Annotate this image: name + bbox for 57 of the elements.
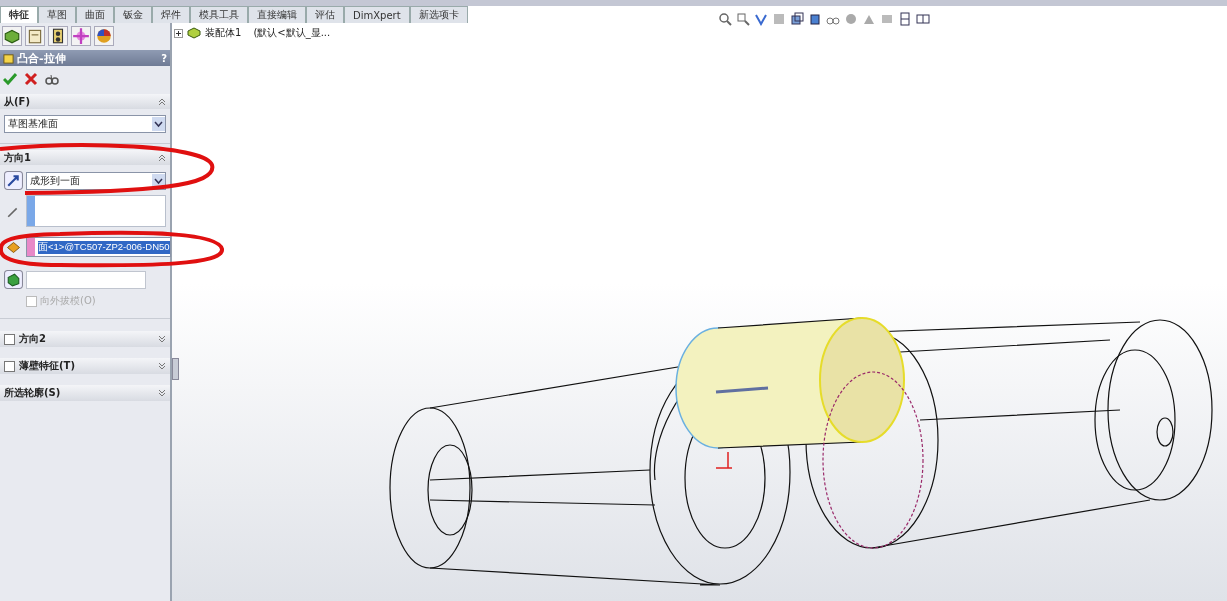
draft-toggle-icon[interactable] bbox=[4, 270, 23, 289]
zoom-fit-icon[interactable] bbox=[718, 12, 732, 26]
ribbon-tab[interactable]: 直接编辑 bbox=[248, 6, 306, 23]
draft-angle-field[interactable] bbox=[26, 270, 146, 289]
direction-list-box[interactable] bbox=[26, 195, 166, 227]
expand-chevron-icon[interactable] bbox=[158, 335, 166, 343]
panel-title: 凸合-拉伸 bbox=[17, 50, 67, 66]
section-header[interactable]: 所选轮廓(S) bbox=[0, 385, 170, 401]
ribbon-tab[interactable]: 钣金 bbox=[114, 6, 152, 23]
feature-tree-icon[interactable] bbox=[2, 26, 22, 46]
section-header[interactable]: 薄壁特征(T) bbox=[0, 358, 170, 374]
start-condition-dropdown[interactable]: 草图基准面 bbox=[4, 115, 166, 133]
collapse-chevron-icon[interactable] bbox=[158, 97, 166, 106]
split-horizontal-icon[interactable] bbox=[898, 12, 912, 26]
section-header[interactable]: 方向2 bbox=[0, 331, 170, 347]
ribbon-tab[interactable]: 新选项卡 bbox=[409, 6, 468, 23]
ok-check-icon[interactable] bbox=[3, 72, 17, 86]
panel-resize-handle[interactable] bbox=[172, 358, 179, 380]
glasses-icon[interactable] bbox=[45, 72, 59, 86]
view-orientation-icon[interactable] bbox=[790, 12, 804, 26]
cancel-x-icon[interactable] bbox=[24, 72, 38, 86]
face-select-icon bbox=[7, 241, 20, 253]
checkbox[interactable] bbox=[4, 333, 15, 345]
section-header[interactable]: 方向1 bbox=[0, 150, 170, 165]
display-style-icon[interactable] bbox=[808, 12, 822, 26]
section-title: 所选轮廓(S) bbox=[4, 386, 62, 400]
ribbon-tab[interactable]: 草图 bbox=[38, 6, 76, 23]
expand-chevron-icon[interactable] bbox=[158, 362, 166, 370]
face-selection-field[interactable]: 面<1>@TC507-ZP2-006-DN50 bbox=[26, 237, 171, 257]
section-title: 从(F) bbox=[4, 94, 31, 109]
zoom-area-icon[interactable] bbox=[736, 12, 750, 26]
configuration-icon[interactable] bbox=[48, 26, 68, 46]
extrude-icon bbox=[3, 52, 14, 64]
split-vertical-icon[interactable] bbox=[916, 12, 930, 26]
section-title: 方向1 bbox=[4, 150, 32, 165]
end-condition-dropdown[interactable]: 成形到一面 bbox=[26, 171, 166, 190]
crosshair-icon[interactable] bbox=[71, 26, 91, 46]
collapse-chevron-icon[interactable] bbox=[158, 153, 166, 162]
expand-icon[interactable] bbox=[174, 28, 183, 38]
section-header[interactable]: 从(F) bbox=[0, 94, 170, 109]
color-wheel-icon[interactable] bbox=[94, 26, 114, 46]
ribbon-tab[interactable]: DimXpert bbox=[344, 6, 410, 23]
ribbon-tab[interactable]: 评估 bbox=[306, 6, 344, 23]
ribbon-tab[interactable]: 特征 bbox=[0, 6, 38, 23]
ribbon-tab[interactable]: 焊件 bbox=[152, 6, 190, 23]
checkbox-label: 向外拔模(O) bbox=[40, 294, 96, 308]
section-title: 薄壁特征(T) bbox=[19, 359, 76, 373]
checkbox[interactable] bbox=[4, 360, 15, 372]
tree-item-label[interactable]: 装配体1 bbox=[205, 26, 242, 40]
ribbon-tab[interactable]: 模具工具 bbox=[190, 6, 248, 23]
expand-chevron-icon[interactable] bbox=[158, 389, 166, 397]
ribbon-tab[interactable]: 曲面 bbox=[76, 6, 114, 23]
property-icon[interactable] bbox=[25, 26, 45, 46]
section-title: 方向2 bbox=[19, 332, 47, 346]
configuration-label: (默认<默认_显... bbox=[253, 26, 331, 40]
reverse-direction-icon[interactable] bbox=[4, 171, 23, 190]
assembly-icon bbox=[187, 27, 201, 39]
